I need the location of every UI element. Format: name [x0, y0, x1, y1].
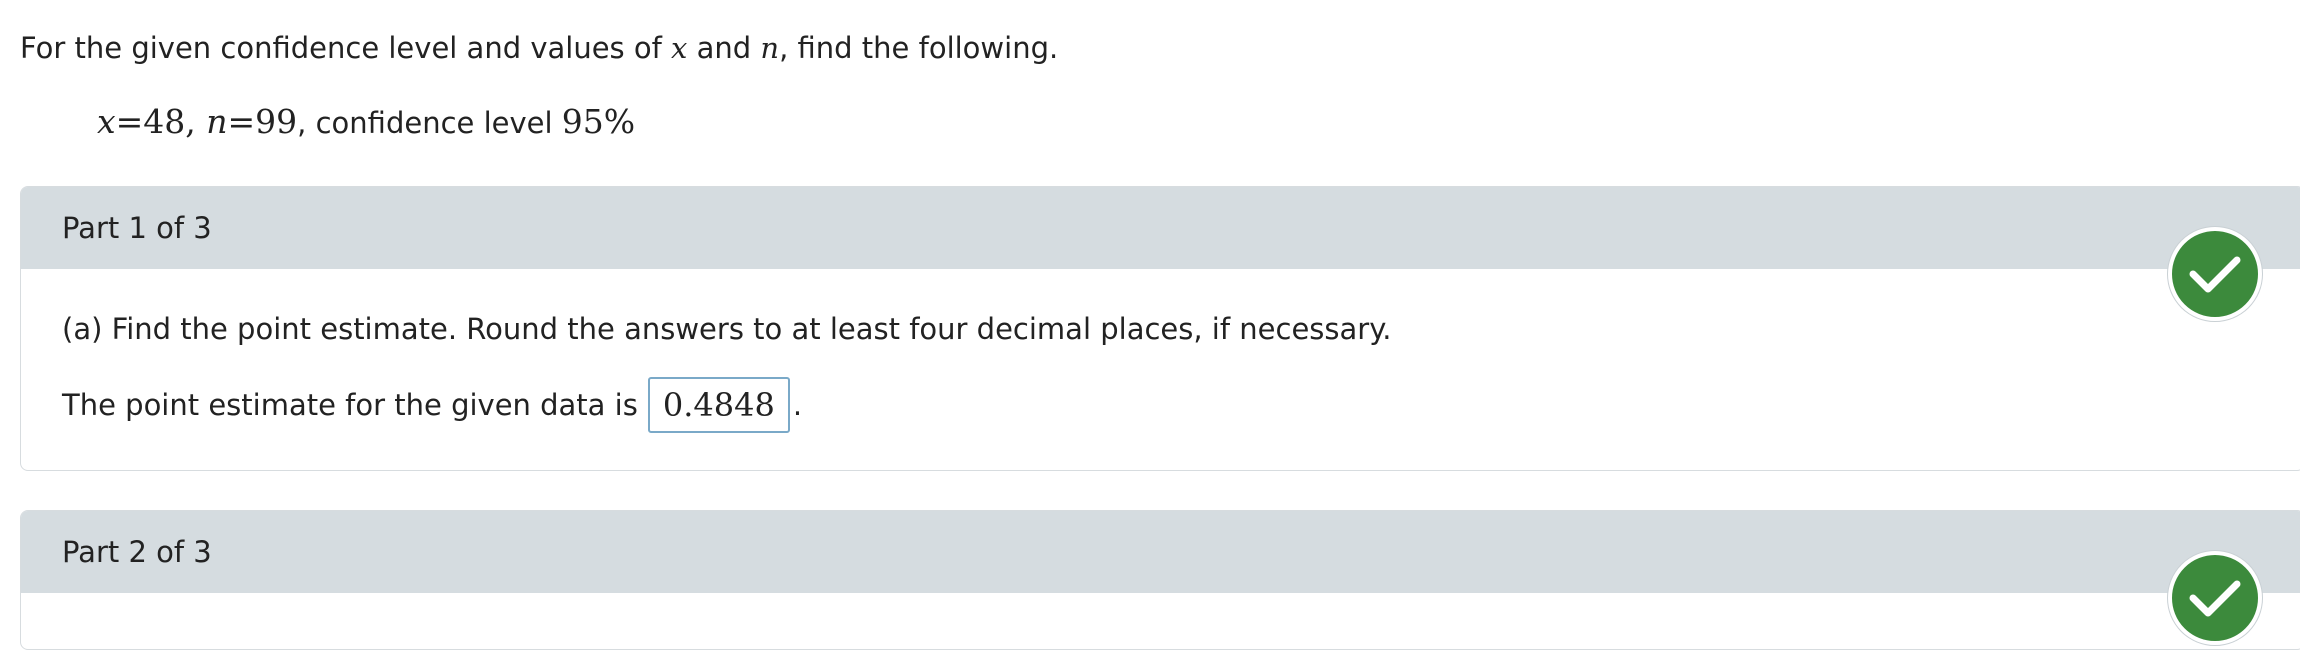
- part-1-title: Part 1 of 3: [62, 211, 212, 245]
- confidence-value: 95%: [561, 102, 636, 141]
- given-x-var: x: [97, 102, 116, 141]
- given-values: x=48, n=99, confidence level 95%: [97, 102, 635, 143]
- part-1-question: (a) Find the point estimate. Round the a…: [62, 312, 1392, 346]
- part-1-body: (a) Find the point estimate. Round the a…: [21, 269, 2300, 469]
- given-x-value: =48,: [115, 102, 207, 141]
- answer-prefix: The point estimate for the given data is: [62, 388, 638, 422]
- part-1-card: Part 1 of 3 (a) Find the point estimate.…: [20, 186, 2300, 471]
- point-estimate-answer-field[interactable]: 0.4848: [647, 377, 790, 433]
- checkmark-circle-icon: [2168, 227, 2262, 321]
- part-2-title: Part 2 of 3: [62, 535, 212, 569]
- problem-instructions: For the given confidence level and value…: [20, 28, 1058, 68]
- intro-text-end: , find the following.: [779, 31, 1059, 65]
- part-1-answer-line: The point estimate for the given data is…: [62, 377, 802, 433]
- part-1-header[interactable]: Part 1 of 3: [21, 187, 2300, 321]
- intro-text-and: and: [687, 31, 761, 65]
- part-2-header[interactable]: Part 2 of 3: [21, 511, 2300, 645]
- answer-suffix: .: [792, 388, 803, 422]
- given-n-var: n: [206, 102, 228, 141]
- given-n-value: =99: [227, 102, 298, 141]
- checkmark-circle-icon: [2168, 551, 2262, 645]
- part-2-card: Part 2 of 3: [20, 510, 2300, 650]
- intro-text-start: For the given confidence level and value…: [20, 31, 672, 65]
- confidence-label: , confidence level: [297, 106, 562, 140]
- variable-n: n: [760, 31, 780, 65]
- variable-x: x: [671, 31, 688, 65]
